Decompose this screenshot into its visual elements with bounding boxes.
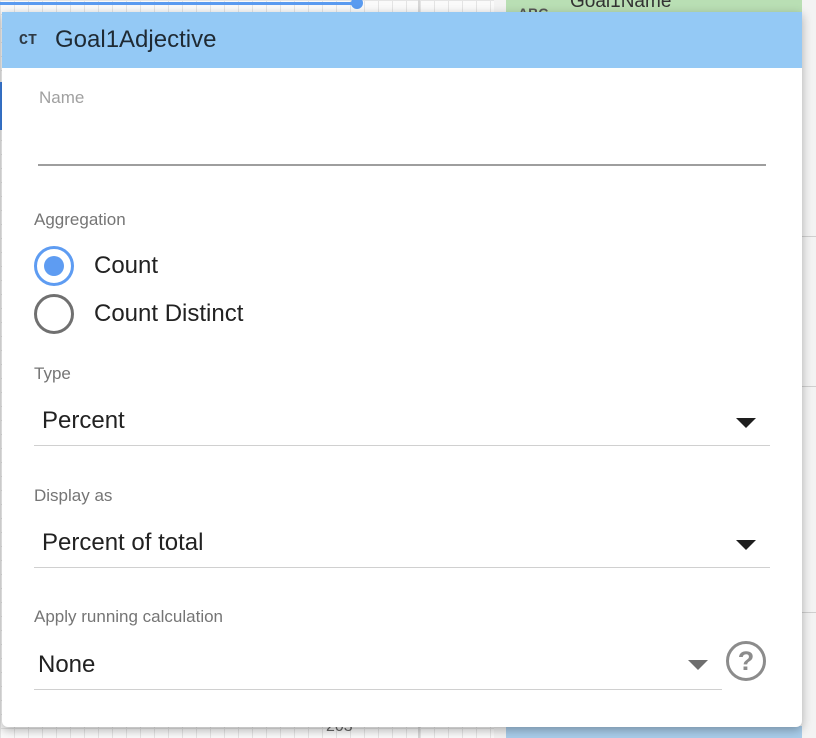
running-calculation-dropdown[interactable]: None xyxy=(34,640,722,690)
canvas-selection-outline xyxy=(0,2,357,5)
radio-unselected-icon[interactable] xyxy=(34,294,74,334)
aggregation-option-count[interactable]: Count xyxy=(34,246,158,286)
type-value: Percent xyxy=(42,406,125,434)
display-as-value: Percent of total xyxy=(42,528,204,556)
aggregation-option-label: Count Distinct xyxy=(94,300,244,327)
radio-selected-icon[interactable] xyxy=(34,246,74,286)
field-edit-dialog: CT Goal1Adjective Name Aggregation Count… xyxy=(2,12,802,727)
panel-divider xyxy=(802,386,816,387)
panel-divider xyxy=(802,612,816,613)
name-input[interactable] xyxy=(38,112,766,166)
field-chip-label: Goal1Name xyxy=(570,0,672,12)
display-as-dropdown[interactable]: Percent of total xyxy=(34,518,770,568)
panel-divider xyxy=(802,236,816,237)
running-calculation-value: None xyxy=(38,650,96,678)
dialog-title: Goal1Adjective xyxy=(55,26,217,53)
aggregation-option-count-distinct[interactable]: Count Distinct xyxy=(34,294,243,334)
dropdown-arrow-icon xyxy=(688,660,708,670)
field-type-icon: CT xyxy=(19,31,38,49)
type-label: Type xyxy=(34,364,71,383)
name-label: Name xyxy=(39,88,85,107)
type-dropdown[interactable]: Percent xyxy=(34,396,770,446)
dialog-header: CT Goal1Adjective xyxy=(2,12,802,68)
running-calculation-label: Apply running calculation xyxy=(34,607,224,626)
dropdown-arrow-icon xyxy=(736,540,756,550)
help-icon[interactable]: ? xyxy=(726,641,766,681)
aggregation-label: Aggregation xyxy=(34,210,126,229)
field-chip-bottom[interactable] xyxy=(506,726,802,738)
dropdown-arrow-icon xyxy=(736,418,756,428)
display-as-label: Display as xyxy=(34,486,113,505)
aggregation-option-label: Count xyxy=(94,252,159,279)
